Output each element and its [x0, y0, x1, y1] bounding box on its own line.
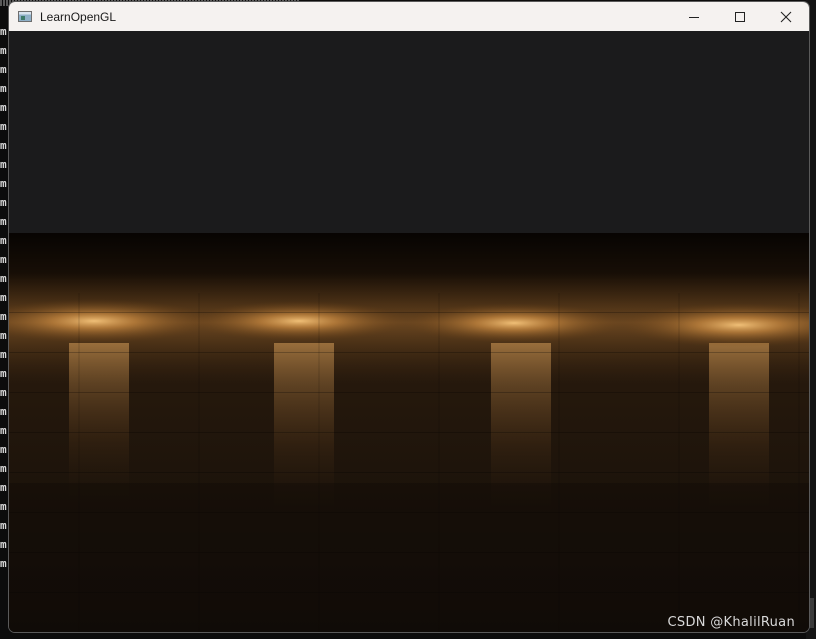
scene-background [9, 31, 809, 233]
csdn-watermark: CSDN @KhalilRuan [667, 615, 795, 630]
opengl-render-viewport[interactable]: CSDN @KhalilRuan [9, 31, 809, 632]
minimize-icon [689, 16, 699, 18]
close-button[interactable] [763, 2, 809, 31]
maximize-button[interactable] [717, 2, 763, 31]
app-window-icon [18, 11, 32, 22]
window-title: LearnOpenGL [40, 9, 117, 24]
floor-lighting-render [9, 273, 809, 632]
close-icon [780, 11, 792, 22]
learnopengl-window[interactable]: LearnOpenGL CSDN @KhalilRuan [8, 1, 810, 633]
wooden-floor-plane [9, 233, 809, 632]
minimize-button[interactable] [671, 2, 717, 31]
maximize-icon [735, 11, 745, 22]
caption-buttons [671, 2, 809, 31]
title-bar[interactable]: LearnOpenGL [9, 2, 809, 31]
